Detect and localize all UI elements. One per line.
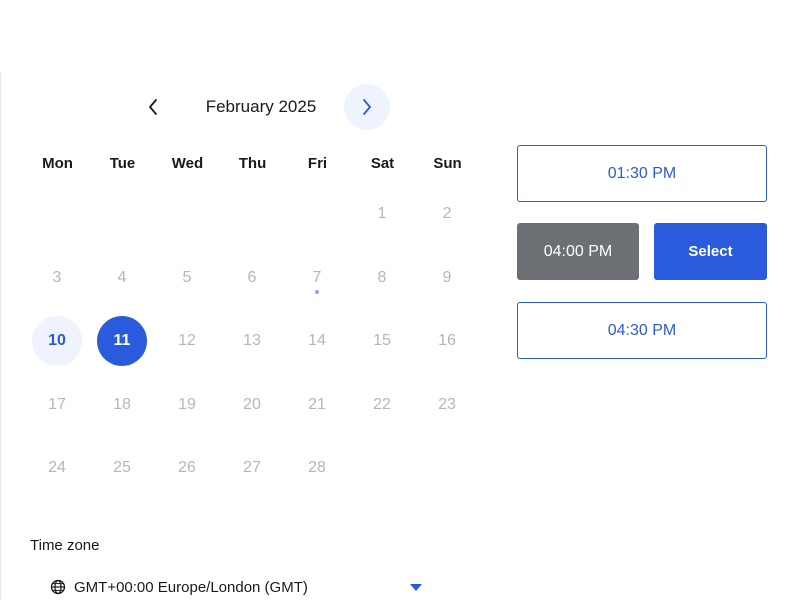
day-number: 8: [377, 268, 387, 286]
day-number: 7: [312, 268, 322, 286]
calendar-day-25: 25: [97, 443, 147, 493]
day-number: 4: [117, 268, 127, 286]
calendar-day-24: 24: [32, 443, 82, 493]
day-number: 10: [48, 332, 66, 349]
calendar-day-14: 14: [292, 316, 342, 366]
day-number: 14: [308, 332, 326, 349]
calendar-day-20: 20: [227, 380, 277, 430]
day-number: 3: [52, 268, 62, 286]
timezone-label: Time zone: [30, 537, 100, 554]
calendar-day-10[interactable]: 10: [32, 316, 82, 366]
day-number: 11: [113, 332, 131, 349]
calendar-day-19: 19: [162, 380, 212, 430]
time-slot-label: 04:00 PM: [543, 242, 613, 260]
day-number: 24: [48, 459, 66, 476]
day-number: 15: [373, 332, 391, 349]
day-number: 21: [308, 395, 326, 413]
time-slot-label: 04:30 PM: [607, 321, 677, 339]
day-number: 5: [182, 268, 192, 286]
time-slot-0430pm[interactable]: 04:30 PM: [517, 302, 767, 359]
caret-down-icon: [410, 584, 422, 591]
calendar-day-grid: 1 2 3 4 5 6 7 8 9 10 11 12 13 14 15 16 17 18 19 20 21 22 23 24 2…: [25, 189, 480, 505]
day-number: 22: [373, 395, 391, 413]
previous-month-button[interactable]: [130, 84, 176, 130]
day-number: 20: [243, 395, 261, 413]
calendar-day-7: 7: [292, 253, 342, 303]
day-number: 23: [438, 395, 456, 413]
calendar-day-27: 27: [227, 443, 277, 493]
calendar-day-18: 18: [97, 380, 147, 430]
weekday-label: Tue: [109, 155, 136, 172]
chevron-right-icon: [363, 99, 371, 115]
weekday-label: Thu: [238, 155, 267, 172]
calendar-day-5: 5: [162, 253, 212, 303]
panel-divider: [0, 72, 1, 600]
calendar-day-13: 13: [227, 316, 277, 366]
day-number: 26: [178, 459, 196, 476]
select-button-label: Select: [688, 243, 733, 260]
day-number: 13: [243, 332, 261, 349]
weekday-label: Sat: [370, 155, 395, 172]
day-number: 27: [243, 459, 261, 476]
select-time-button[interactable]: Select: [654, 223, 767, 280]
chevron-left-icon: [149, 99, 157, 115]
calendar-day-28: 28: [292, 443, 342, 493]
next-month-button[interactable]: [344, 84, 390, 130]
calendar-day-16: 16: [422, 316, 472, 366]
calendar-day-3: 3: [32, 253, 82, 303]
day-number: 16: [438, 332, 456, 349]
calendar-day-21: 21: [292, 380, 342, 430]
day-number: 1: [377, 205, 387, 222]
timezone-dropdown[interactable]: GMT+00:00 Europe/London (GMT): [50, 574, 430, 600]
calendar-day-26: 26: [162, 443, 212, 493]
day-number: 25: [113, 459, 131, 476]
day-number: 19: [178, 395, 196, 413]
calendar-day-17: 17: [32, 380, 82, 430]
calendar-day-6: 6: [227, 253, 277, 303]
weekday-header-row: Mon Tue Wed Thu Fri Sat Sun: [25, 150, 480, 178]
weekday-label: Fri: [307, 155, 328, 172]
calendar-day-12: 12: [162, 316, 212, 366]
time-slot-0400pm-selected[interactable]: 04:00 PM: [517, 223, 639, 280]
weekday-label: Wed: [171, 155, 204, 172]
month-title: February 2025: [205, 97, 317, 116]
today-indicator-dot: [315, 289, 319, 294]
weekday-label: Mon: [42, 155, 73, 172]
day-number: 2: [442, 205, 452, 222]
calendar-header: February 2025: [130, 84, 394, 130]
calendar-day-4: 4: [97, 253, 147, 303]
globe-icon: [50, 579, 66, 595]
day-number: 9: [442, 268, 452, 286]
weekday-label: Sun: [433, 155, 462, 172]
day-number: 17: [48, 395, 66, 413]
calendar-day-8: 8: [357, 253, 407, 303]
day-number: 12: [178, 332, 196, 349]
calendar-day-9: 9: [422, 253, 472, 303]
time-slot-0130pm[interactable]: 01:30 PM: [517, 145, 767, 202]
day-number: 18: [113, 395, 131, 413]
timezone-value: GMT+00:00 Europe/London (GMT): [74, 578, 308, 596]
calendar-day-23: 23: [422, 380, 472, 430]
time-slot-label: 01:30 PM: [607, 164, 677, 182]
calendar-day-15: 15: [357, 316, 407, 366]
calendar-day-2: 2: [422, 189, 472, 239]
calendar-day-22: 22: [357, 380, 407, 430]
day-number: 6: [247, 268, 257, 286]
calendar-day-11[interactable]: 11: [97, 316, 147, 366]
day-number: 28: [308, 459, 326, 476]
calendar-day-1: 1: [357, 189, 407, 239]
